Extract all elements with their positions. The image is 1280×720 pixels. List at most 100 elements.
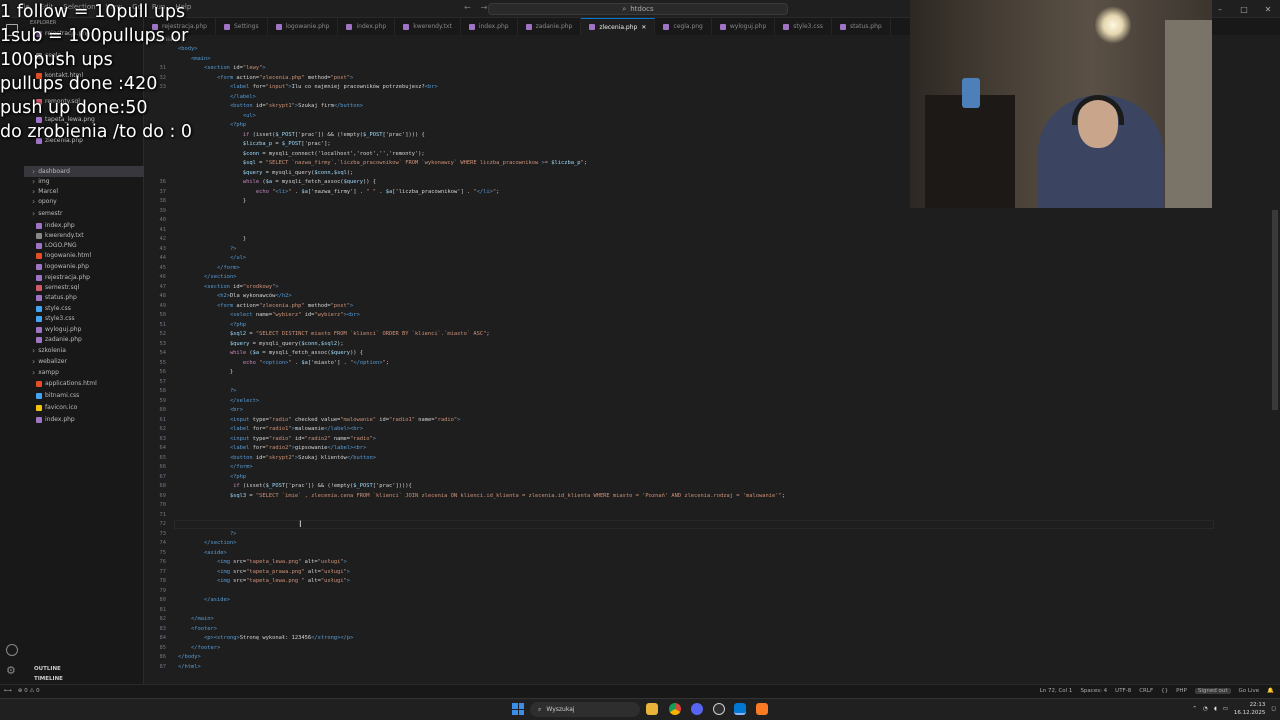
code-line[interactable]: } <box>178 236 246 242</box>
code-line[interactable]: <br> <box>178 407 243 413</box>
code-line[interactable]: $liczba_p = $_POST['prac']; <box>178 141 331 147</box>
wifi-icon[interactable]: ◔ <box>1203 706 1208 712</box>
code-line[interactable]: <p><strong>Stronę wykonał: 123456</stron… <box>178 635 353 641</box>
editor-tab[interactable]: index.php <box>461 18 518 35</box>
language-mode[interactable]: PHP <box>1176 688 1187 694</box>
code-line[interactable]: } <box>178 369 233 375</box>
code-line[interactable]: <img src="tapeta_lewa.png" alt="usługi"> <box>178 559 347 565</box>
code-line[interactable]: $query = mysqli_query($conn,$sql); <box>178 170 353 176</box>
code-line[interactable]: ?> <box>178 388 237 394</box>
braces-icon[interactable]: {} <box>1161 688 1168 694</box>
file-item[interactable]: logowanie.html <box>24 250 91 261</box>
code-line[interactable]: <img src="tapeta_lewa.png " alt="usługi"… <box>178 578 350 584</box>
code-line[interactable]: </footer> <box>178 645 220 651</box>
xampp-icon[interactable] <box>756 703 768 715</box>
code-line[interactable]: </body> <box>178 654 201 660</box>
file-item[interactable]: favicon.ico <box>24 402 77 413</box>
code-line[interactable]: </ul> <box>178 255 246 261</box>
cursor-position[interactable]: Ln 72, Col 1 <box>1040 688 1073 694</box>
code-line[interactable]: </form> <box>178 265 240 271</box>
maximize-icon[interactable]: □ <box>1232 0 1256 18</box>
discord-icon[interactable] <box>691 703 703 715</box>
line-ending[interactable]: CRLF <box>1139 688 1153 694</box>
code-line[interactable]: while ($a = mysqli_fetch_assoc($query)) … <box>178 350 363 356</box>
code-line[interactable]: <form action="zlecenia.php" method="post… <box>178 303 353 309</box>
code-line[interactable]: <input type="radio" id="radio2" name="ra… <box>178 436 376 442</box>
outline-section[interactable]: OUTLINE <box>24 664 144 674</box>
chevron-up-icon[interactable]: ⌃ <box>1192 706 1197 712</box>
editor-tab[interactable]: Settings <box>216 18 268 35</box>
code-line[interactable]: </html> <box>178 664 201 670</box>
file-item[interactable]: bitnami.css <box>24 390 79 401</box>
editor-tab[interactable]: style3.css <box>775 18 832 35</box>
timeline-section[interactable]: TIMELINE <box>24 674 144 684</box>
start-button[interactable] <box>512 703 524 715</box>
code-line[interactable]: <form action="zlecenia.php" method="post… <box>178 75 353 81</box>
taskbar-search[interactable]: ⌕ Wyszukaj <box>530 702 640 717</box>
code-line[interactable]: <input type="radio" checked value="malow… <box>178 417 460 423</box>
code-line[interactable]: <h2>Dla wykonawców</h2> <box>178 293 292 299</box>
obs-icon[interactable] <box>713 703 725 715</box>
code-line[interactable]: </section> <box>178 540 236 546</box>
code-line[interactable]: $query = mysqli_query($conn,$sql2); <box>178 341 344 347</box>
code-line[interactable]: $sql3 = "SELECT `imie` , zlecenia.cena F… <box>178 493 785 499</box>
code-line[interactable]: $sql = "SELECT `nazwa_firmy`,`liczba_pra… <box>178 160 587 166</box>
editor-tab[interactable]: index.php <box>338 18 396 35</box>
battery-icon[interactable]: ▭ <box>1223 706 1228 712</box>
indentation[interactable]: Spaces: 4 <box>1080 688 1107 694</box>
code-line[interactable]: <?php <box>178 322 246 328</box>
code-line[interactable]: <label for="radio1">malowanie</label><br… <box>178 426 363 432</box>
editor-tab[interactable]: cegla.png <box>655 18 712 35</box>
file-explorer-icon[interactable] <box>646 703 658 715</box>
code-line[interactable]: $sql2 = "SELECT DISTINCT miasto FROM `kl… <box>178 331 490 337</box>
account-status[interactable]: Signed out <box>1194 688 1231 694</box>
code-line[interactable]: </section> <box>178 274 236 280</box>
code-line[interactable]: <button id="skrypt2">Szukaj klientów</bu… <box>178 455 376 461</box>
file-item[interactable]: zadanie.php <box>24 334 82 345</box>
editor-tab[interactable]: status.php <box>832 18 891 35</box>
close-tab-icon[interactable]: ✕ <box>641 24 646 31</box>
editor-tab[interactable]: zlecenia.php ✕ <box>581 18 656 35</box>
notifications-icon[interactable]: ◻ <box>1271 706 1276 712</box>
code-line[interactable]: <select name="wybierz" id="wybierz"><br> <box>178 312 360 318</box>
code-line[interactable]: </main> <box>178 616 214 622</box>
code-line[interactable]: <label for="radio2">gipsowanie</label><b… <box>178 445 366 451</box>
editor-tab[interactable]: zadanie.php <box>518 18 582 35</box>
code-line[interactable]: <footer> <box>178 626 217 632</box>
volume-icon[interactable]: ◖ <box>1214 706 1217 712</box>
editor-tab[interactable]: wyloguj.php <box>712 18 776 35</box>
code-line[interactable]: <aside> <box>178 550 227 556</box>
folder-item[interactable]: webalizer <box>24 356 67 367</box>
code-line[interactable]: echo "<li>" . $a['nazwa_firmy'] . " " . … <box>178 189 500 195</box>
remote-icon[interactable]: ⟷ <box>4 688 12 694</box>
code-line[interactable]: while ($a = mysqli_fetch_assoc($query)) … <box>178 179 376 185</box>
vertical-scrollbar[interactable] <box>1272 210 1278 410</box>
code-line[interactable]: </form> <box>178 464 253 470</box>
clock[interactable]: 22:13 16.12.2025 <box>1234 701 1266 717</box>
encoding[interactable]: UTF-8 <box>1115 688 1131 694</box>
code-line[interactable]: $conn = mysqli_connect('localhost','root… <box>178 151 425 157</box>
close-icon[interactable]: ✕ <box>1256 0 1280 18</box>
code-line[interactable]: ?> <box>178 531 237 537</box>
folder-item[interactable]: semestr <box>24 208 62 219</box>
back-arrow-icon[interactable]: ← <box>464 3 471 12</box>
bell-icon[interactable]: 🔔 <box>1267 688 1274 694</box>
code-line[interactable]: </select> <box>178 398 259 404</box>
forward-arrow-icon[interactable]: → <box>481 3 488 12</box>
code-line[interactable]: if (isset($_POST['prac']) && (!empty($_P… <box>178 483 412 489</box>
chrome-icon[interactable] <box>669 703 681 715</box>
code-line[interactable]: <img src="tapeta_prawa.png" alt="usługi"… <box>178 569 350 575</box>
folder-item[interactable]: xampp <box>24 367 59 378</box>
code-line[interactable]: <?php <box>178 474 246 480</box>
file-item[interactable]: applications.html <box>24 378 97 389</box>
gear-icon[interactable]: ⚙ <box>6 664 16 677</box>
file-item[interactable]: status.php <box>24 292 77 303</box>
editor-tab[interactable]: kwerendy.txt <box>395 18 461 35</box>
problems-indicator[interactable]: ⊗ 0 ⚠ 0 <box>18 688 40 694</box>
go-live-button[interactable]: Go Live <box>1239 688 1260 694</box>
file-item[interactable]: logowanie.php <box>24 261 89 272</box>
account-icon[interactable] <box>6 644 18 656</box>
code-line[interactable]: <label for="input">Ilu co najmniej praco… <box>178 84 438 90</box>
code-line[interactable]: ?> <box>178 246 237 252</box>
code-line[interactable]: <button id="skrypt1">Szukaj firm</button… <box>178 103 363 109</box>
